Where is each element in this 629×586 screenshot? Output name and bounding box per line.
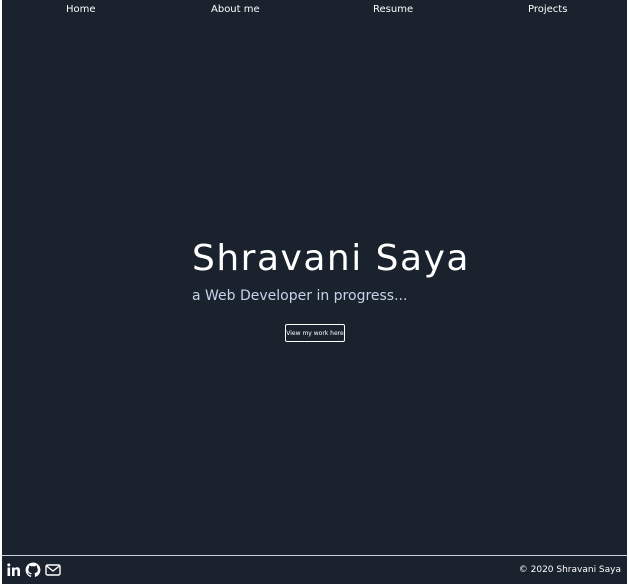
view-work-button[interactable]: View my work here (285, 324, 345, 342)
hero-section: Shravani Saya a Web Developer in progres… (2, 0, 627, 554)
page-frame: Home About me Resume Projects Shravani S… (2, 0, 627, 584)
hero-title: Shravani Saya (192, 238, 470, 279)
footer: © 2020 Shravani Saya (2, 556, 627, 584)
github-icon[interactable] (25, 562, 41, 578)
hero-subtitle: a Web Developer in progress... (192, 288, 408, 304)
copyright-text: © 2020 Shravani Saya (518, 565, 621, 575)
mail-icon[interactable] (45, 562, 61, 578)
linkedin-icon[interactable] (6, 562, 22, 578)
